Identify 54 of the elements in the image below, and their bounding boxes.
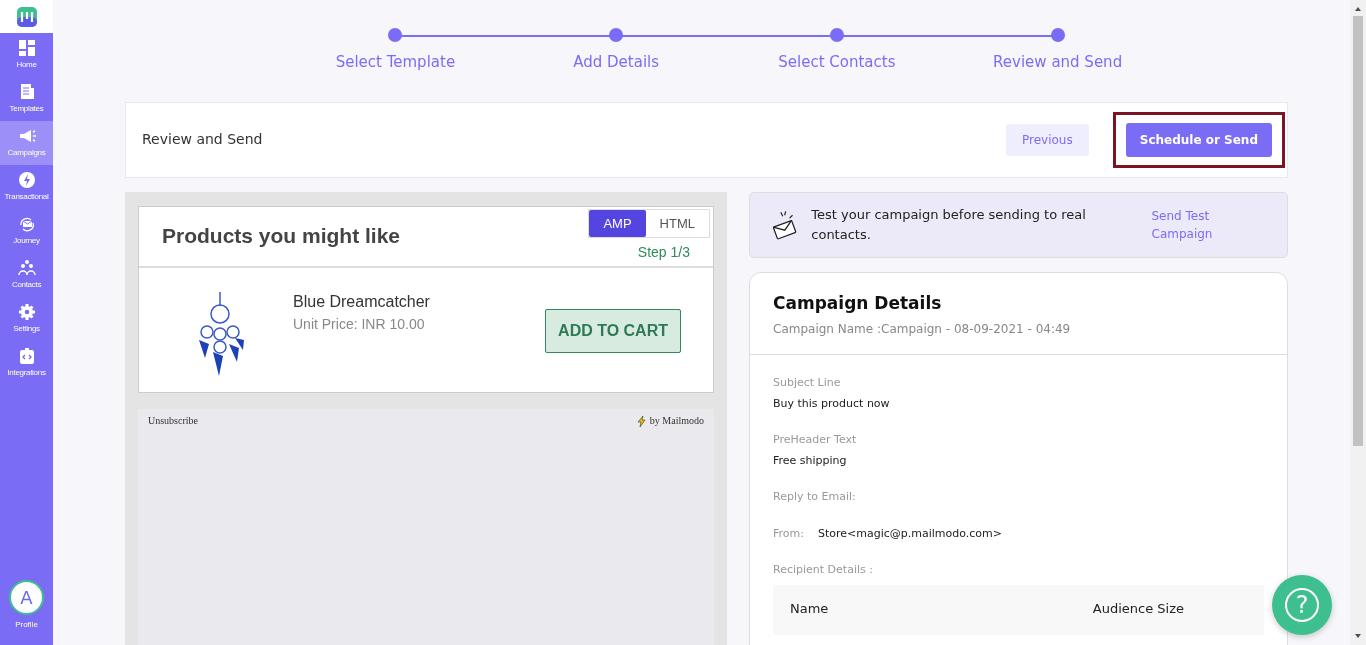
scrollbar[interactable] [1350,0,1366,645]
section-label: Recipient Details : [773,562,874,578]
step-label[interactable]: Select Contacts [778,51,896,74]
step-dot [388,28,403,42]
brand-link[interactable]: by Mailmodo [637,412,704,645]
code-icon [17,347,36,365]
send-test-link[interactable]: Send Test Campaign [1151,206,1271,243]
lightning-icon [637,415,648,427]
settings-icon [17,303,36,321]
nav-item[interactable]: Contacts [0,253,53,297]
details-title: Campaign Details [773,291,943,315]
page-title: Review and Send [142,130,263,149]
step-label[interactable]: Add Details [573,51,660,74]
field-value: Free shipping [773,452,848,469]
lightning-icon [17,171,36,189]
step-dot [829,28,844,42]
column-header: Audience Size [1092,599,1184,618]
field-label: From: [773,525,804,542]
field-label: PreHeader Text [773,432,858,448]
nav-item[interactable]: Campaigns [0,121,53,165]
nav-item[interactable]: Templates [0,77,53,121]
field-label: Reply to Email: [773,489,857,505]
field-label: Subject Line [773,375,842,391]
nav-item[interactable]: Home [0,33,53,77]
logo-icon[interactable] [16,6,37,27]
envelope-icon [17,215,36,233]
step-dot [1050,28,1065,42]
product-name: Blue Dreamcatcher [293,291,430,312]
step-indicator: Step 1/3 [637,242,690,262]
nav-item[interactable]: Settings [0,297,53,341]
grid-icon [17,39,36,57]
megaphone-icon [17,127,36,145]
previous-button[interactable]: Previous [1006,123,1089,156]
view-toggle[interactable]: AMP [589,209,646,237]
banner-text: Test your campaign before sending to real contacts. [811,206,1087,244]
help-button[interactable]: ? [1272,575,1332,635]
nav-item[interactable]: Journey [0,209,53,253]
campaign-name: Campaign Name :Campaign - 08-09-2021 - 04:49 [773,321,1072,338]
nav-item[interactable]: Transactional [0,165,53,209]
product-price: Unit Price: INR 10.00 [293,314,426,334]
people-icon [17,259,36,277]
step-dot [609,28,624,42]
add-to-cart-button[interactable]: ADD TO CART [545,308,681,353]
field-value: Buy this product now [773,395,891,412]
schedule-button[interactable]: Schedule or Send [1125,122,1272,157]
profile-avatar[interactable]: A [9,580,44,615]
step-label[interactable]: Review and Send [993,51,1123,74]
unsubscribe-link[interactable]: Unsubscribe [148,412,198,645]
step-label[interactable]: Select Template [335,51,456,74]
profile-label: Profile [15,619,38,631]
column-header: Name [790,599,829,618]
email-heading: Products you might like [162,223,401,250]
field-value: Store<magic@p.mailmodo.com> [817,525,1003,542]
nav-item[interactable]: Integrations [0,341,53,385]
